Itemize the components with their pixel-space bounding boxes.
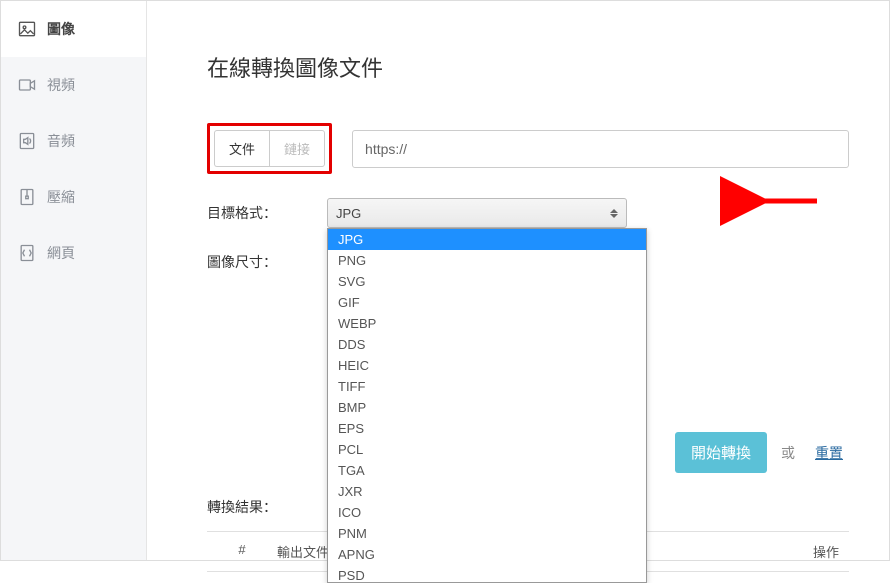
col-ops: 操作 bbox=[769, 542, 849, 561]
format-option[interactable]: JXR bbox=[328, 481, 646, 502]
format-option[interactable]: TIFF bbox=[328, 376, 646, 397]
format-option[interactable]: WEBP bbox=[328, 313, 646, 334]
image-size-label: 圖像尺寸： bbox=[207, 252, 327, 272]
input-source-row: 文件 鏈接 bbox=[207, 123, 849, 174]
select-display[interactable]: JPG bbox=[327, 198, 627, 228]
format-option[interactable]: PNM bbox=[328, 523, 646, 544]
format-option[interactable]: APNG bbox=[328, 544, 646, 565]
sidebar-item-label: 網頁 bbox=[47, 243, 75, 263]
format-dropdown[interactable]: JPGPNGSVGGIFWEBPDDSHEICTIFFBMPEPSPCLTGAJ… bbox=[327, 228, 647, 583]
start-convert-button[interactable]: 開始轉換 bbox=[675, 432, 767, 473]
sidebar-item-label: 壓縮 bbox=[47, 187, 75, 207]
format-option[interactable]: BMP bbox=[328, 397, 646, 418]
format-option[interactable]: JPG bbox=[328, 229, 646, 250]
format-option[interactable]: PSD bbox=[328, 565, 646, 583]
target-format-label: 目標格式： bbox=[207, 203, 327, 223]
sidebar-item-image[interactable]: 圖像 bbox=[1, 1, 146, 57]
sidebar-item-label: 圖像 bbox=[47, 19, 75, 39]
compress-icon bbox=[17, 187, 37, 207]
updown-icon bbox=[610, 209, 618, 218]
sidebar-item-webpage[interactable]: 網頁 bbox=[1, 225, 146, 281]
video-icon bbox=[17, 75, 37, 95]
audio-icon bbox=[17, 131, 37, 151]
target-format-row: 目標格式： JPG JPGPNGSVGGIFWEBPDDSHEICTIFFBMP… bbox=[207, 198, 849, 228]
format-option[interactable]: TGA bbox=[328, 460, 646, 481]
image-icon bbox=[17, 19, 37, 39]
format-option[interactable]: EPS bbox=[328, 418, 646, 439]
sidebar-item-compress[interactable]: 壓縮 bbox=[1, 169, 146, 225]
format-option[interactable]: HEIC bbox=[328, 355, 646, 376]
select-current-value: JPG bbox=[336, 206, 361, 221]
target-format-select[interactable]: JPG JPGPNGSVGGIFWEBPDDSHEICTIFFBMPEPSPCL… bbox=[327, 198, 627, 228]
url-input[interactable] bbox=[352, 130, 849, 168]
link-mode-button[interactable]: 鏈接 bbox=[269, 130, 325, 167]
col-index: # bbox=[207, 542, 277, 561]
file-mode-button[interactable]: 文件 bbox=[214, 130, 269, 167]
sidebar-item-label: 視頻 bbox=[47, 75, 75, 95]
or-text: 或 bbox=[781, 443, 795, 463]
input-mode-toggle: 文件 鏈接 bbox=[207, 123, 332, 174]
main-content: 在線轉換圖像文件 文件 鏈接 目標格式： JPG JPGPNGSVGGIFWEB… bbox=[147, 1, 889, 560]
page-title: 在線轉換圖像文件 bbox=[207, 51, 849, 83]
format-option[interactable]: PNG bbox=[328, 250, 646, 271]
sidebar-item-audio[interactable]: 音頻 bbox=[1, 113, 146, 169]
sidebar-item-label: 音頻 bbox=[47, 131, 75, 151]
format-option[interactable]: DDS bbox=[328, 334, 646, 355]
format-option[interactable]: SVG bbox=[328, 271, 646, 292]
format-option[interactable]: PCL bbox=[328, 439, 646, 460]
reset-button[interactable]: 重置 bbox=[809, 442, 849, 464]
format-option[interactable]: GIF bbox=[328, 292, 646, 313]
sidebar-item-video[interactable]: 視頻 bbox=[1, 57, 146, 113]
webpage-icon bbox=[17, 243, 37, 263]
sidebar: 圖像 視頻 音頻 壓縮 網頁 bbox=[1, 1, 147, 560]
format-option[interactable]: ICO bbox=[328, 502, 646, 523]
